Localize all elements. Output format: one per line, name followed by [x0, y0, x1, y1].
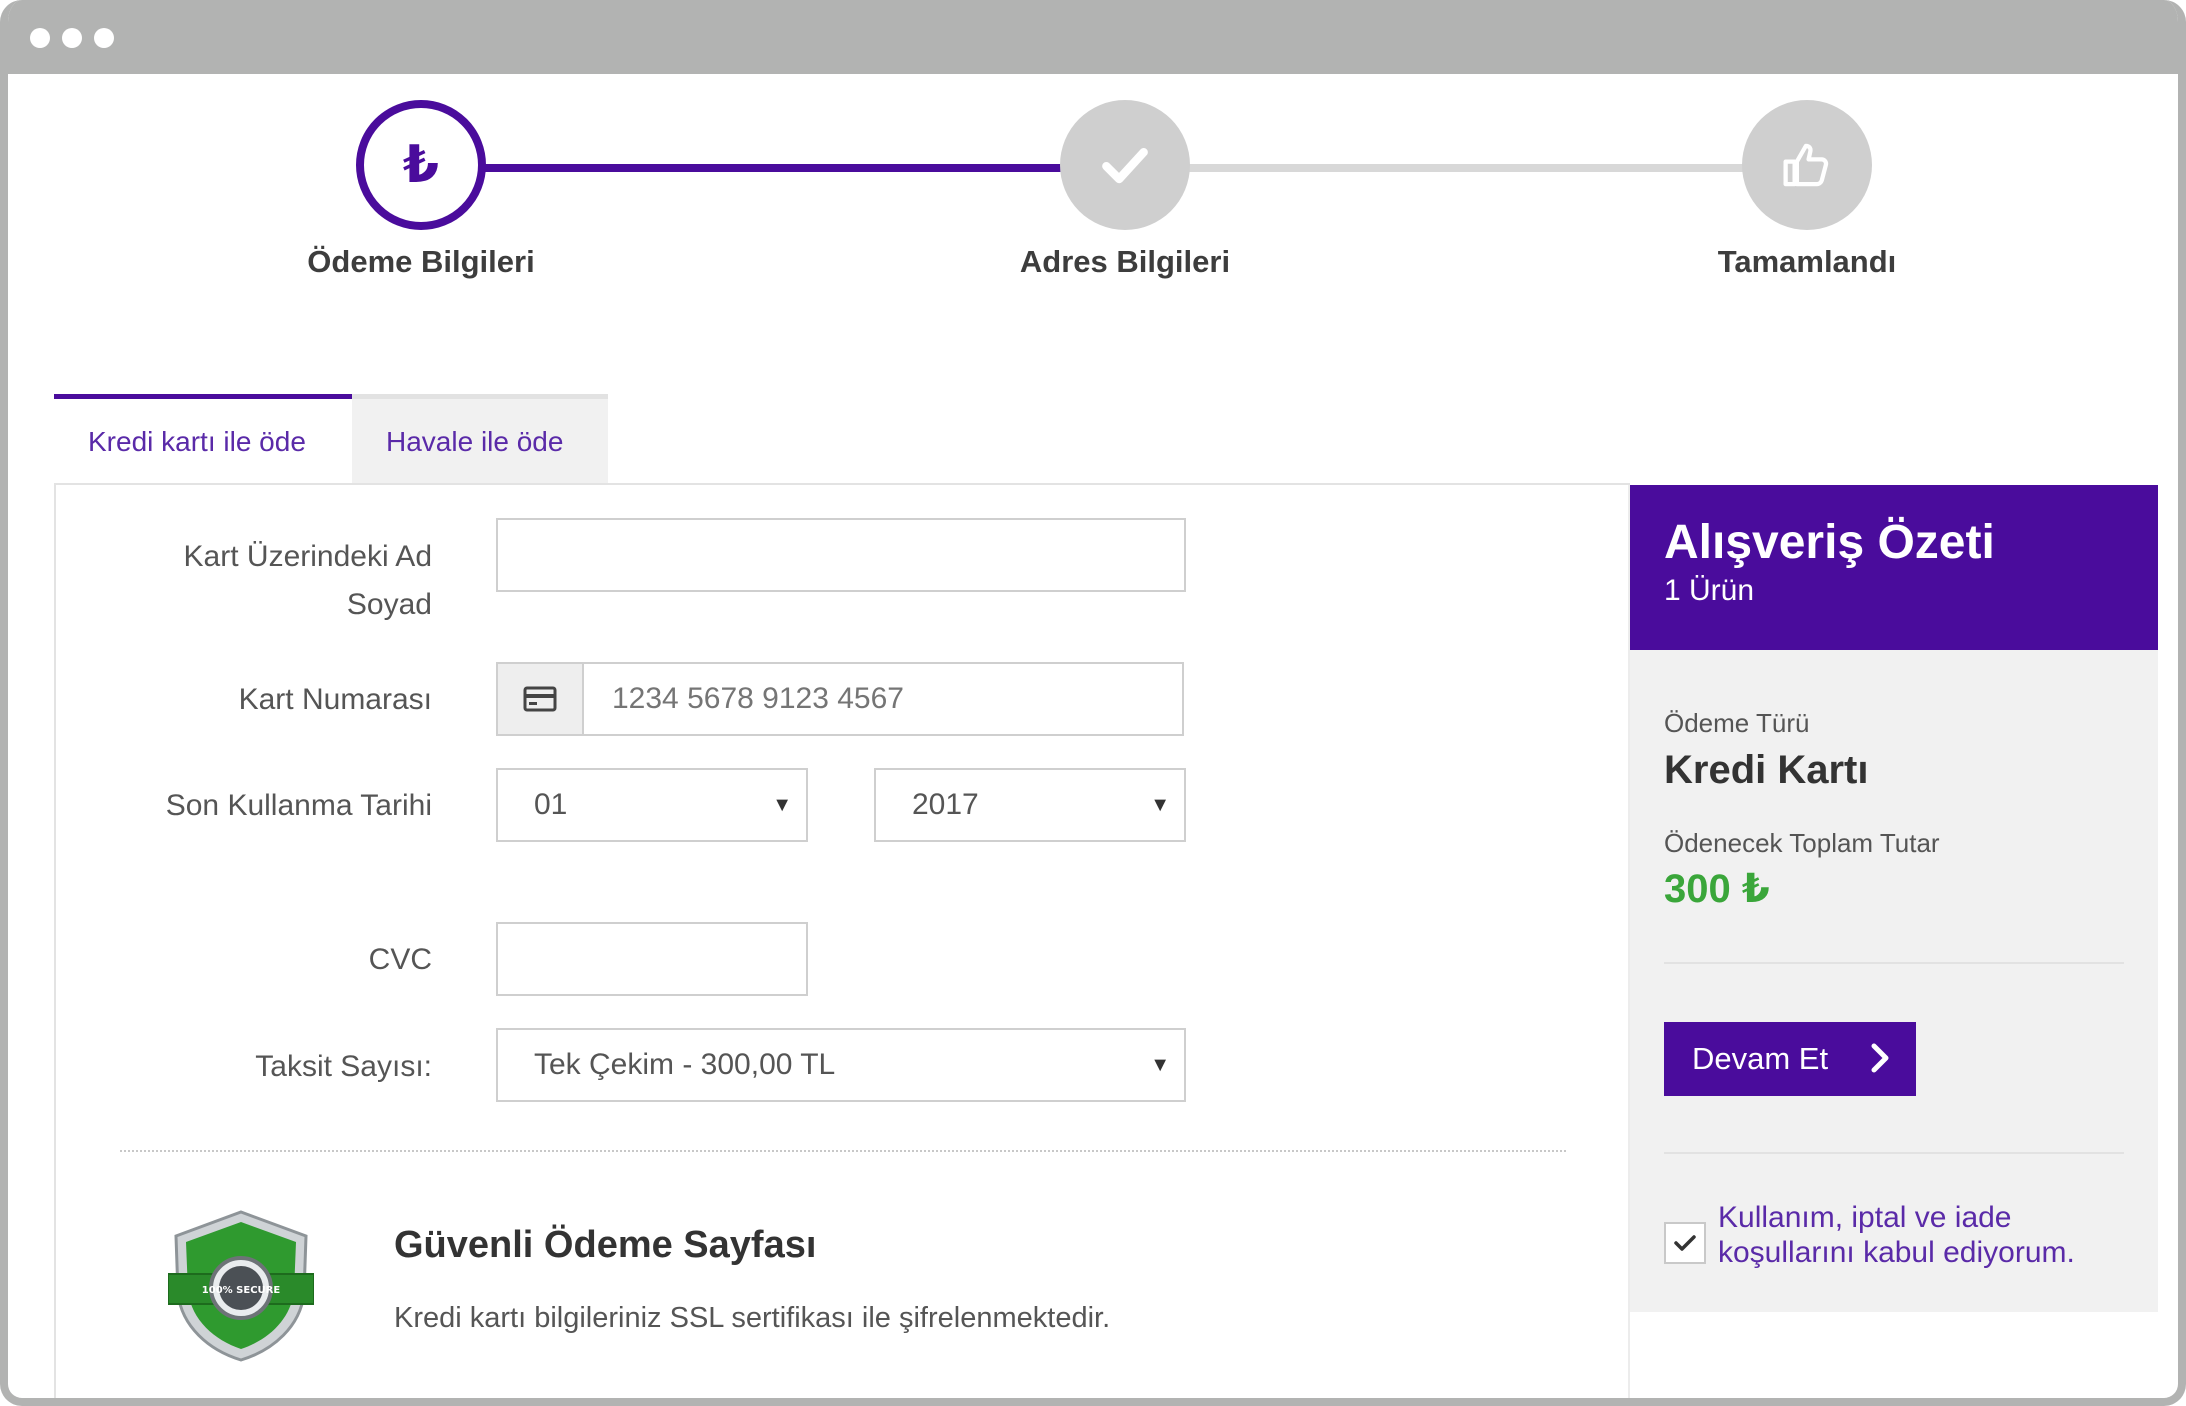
card-number-input[interactable]	[582, 662, 1184, 736]
summary-divider	[1664, 1152, 2124, 1154]
panel-border	[54, 483, 56, 1398]
step-label-complete: Tamamlandı	[1717, 244, 1897, 279]
summary-header: Alışveriş Özeti 1 Ürün	[1630, 485, 2158, 650]
total-amount: 300 ₺	[1664, 867, 1770, 911]
summary-body: Ödeme Türü Kredi Kartı Ödenecek Toplam T…	[1630, 650, 2158, 1312]
dropdown-arrow-icon: ▼	[772, 794, 792, 816]
tab-credit-card[interactable]: Kredi kartı ile öde	[54, 394, 352, 484]
payment-type-value: Kredi Kartı	[1664, 748, 1869, 792]
credit-card-icon	[496, 662, 584, 736]
window-titlebar	[8, 0, 2178, 74]
continue-button-label: Devam Et	[1692, 1041, 1829, 1076]
tab-bank-transfer[interactable]: Havale ile öde	[352, 394, 608, 484]
name-on-card-input[interactable]	[496, 518, 1186, 592]
installment-value: Tek Çekim - 300,00 TL	[534, 1048, 836, 1081]
terms-link[interactable]: Kullanım, iptal ve iade koşullarını kabu…	[1718, 1200, 2138, 1270]
total-label: Ödenecek Toplam Tutar	[1664, 828, 1940, 858]
secure-badge-text: 100% SECURE	[202, 1285, 281, 1296]
secure-description: Kredi kartı bilgileriniz SSL sertifikası…	[394, 1302, 1111, 1334]
terms-checkbox[interactable]	[1664, 1222, 1706, 1264]
tab-divider	[54, 483, 1630, 485]
installment-select[interactable]: Tek Çekim - 300,00 TL ▼	[496, 1028, 1186, 1102]
expiry-month-value: 01	[534, 788, 568, 821]
dropdown-arrow-icon: ▼	[1150, 1054, 1170, 1076]
stepper-line-pending	[1188, 164, 1748, 172]
stepper-line-completed	[480, 164, 1070, 172]
expiry-date-label: Son Kullanma Tarihi	[165, 789, 432, 822]
step-complete[interactable]	[1742, 100, 1872, 230]
section-divider	[120, 1150, 1566, 1152]
summary-title: Alışveriş Özeti	[1664, 516, 1995, 569]
check-icon	[1674, 1235, 1696, 1251]
thumbs-up-icon	[1783, 143, 1829, 187]
window-dot-icon	[94, 28, 114, 48]
expiry-year-value: 2017	[912, 788, 979, 821]
summary-item-count: 1 Ürün	[1664, 574, 1755, 607]
check-icon	[1102, 147, 1148, 184]
expiry-month-select[interactable]: 01 ▼	[496, 768, 808, 842]
name-on-card-label: Kart Üzerindeki Ad Soyad	[183, 540, 432, 621]
expiry-year-select[interactable]: 2017 ▼	[874, 768, 1186, 842]
secure-title: Güvenli Ödeme Sayfası	[394, 1224, 817, 1266]
browser-window: ₺ Ödeme Bilgileri Adres Bilgileri Tamaml…	[0, 0, 2186, 1406]
cvc-input[interactable]	[496, 922, 808, 996]
summary-divider	[1664, 962, 2124, 964]
lira-icon: ₺	[402, 136, 440, 194]
payment-type-label: Ödeme Türü	[1664, 708, 1810, 738]
step-payment[interactable]: ₺	[356, 100, 486, 230]
cvc-label: CVC	[368, 943, 432, 976]
step-address[interactable]	[1060, 100, 1190, 230]
card-number-label: Kart Numarası	[238, 683, 432, 716]
installment-label: Taksit Sayısı:	[255, 1050, 432, 1083]
step-label-payment: Ödeme Bilgileri	[307, 244, 535, 279]
window-dot-icon	[62, 28, 82, 48]
secure-shield-icon: 100% SECURE	[168, 1210, 314, 1362]
step-label-address: Adres Bilgileri	[1019, 244, 1231, 279]
dropdown-arrow-icon: ▼	[1150, 794, 1170, 816]
continue-button[interactable]: Devam Et	[1664, 1022, 1916, 1096]
chevron-right-icon	[1871, 1043, 1889, 1073]
window-dot-icon	[30, 28, 50, 48]
